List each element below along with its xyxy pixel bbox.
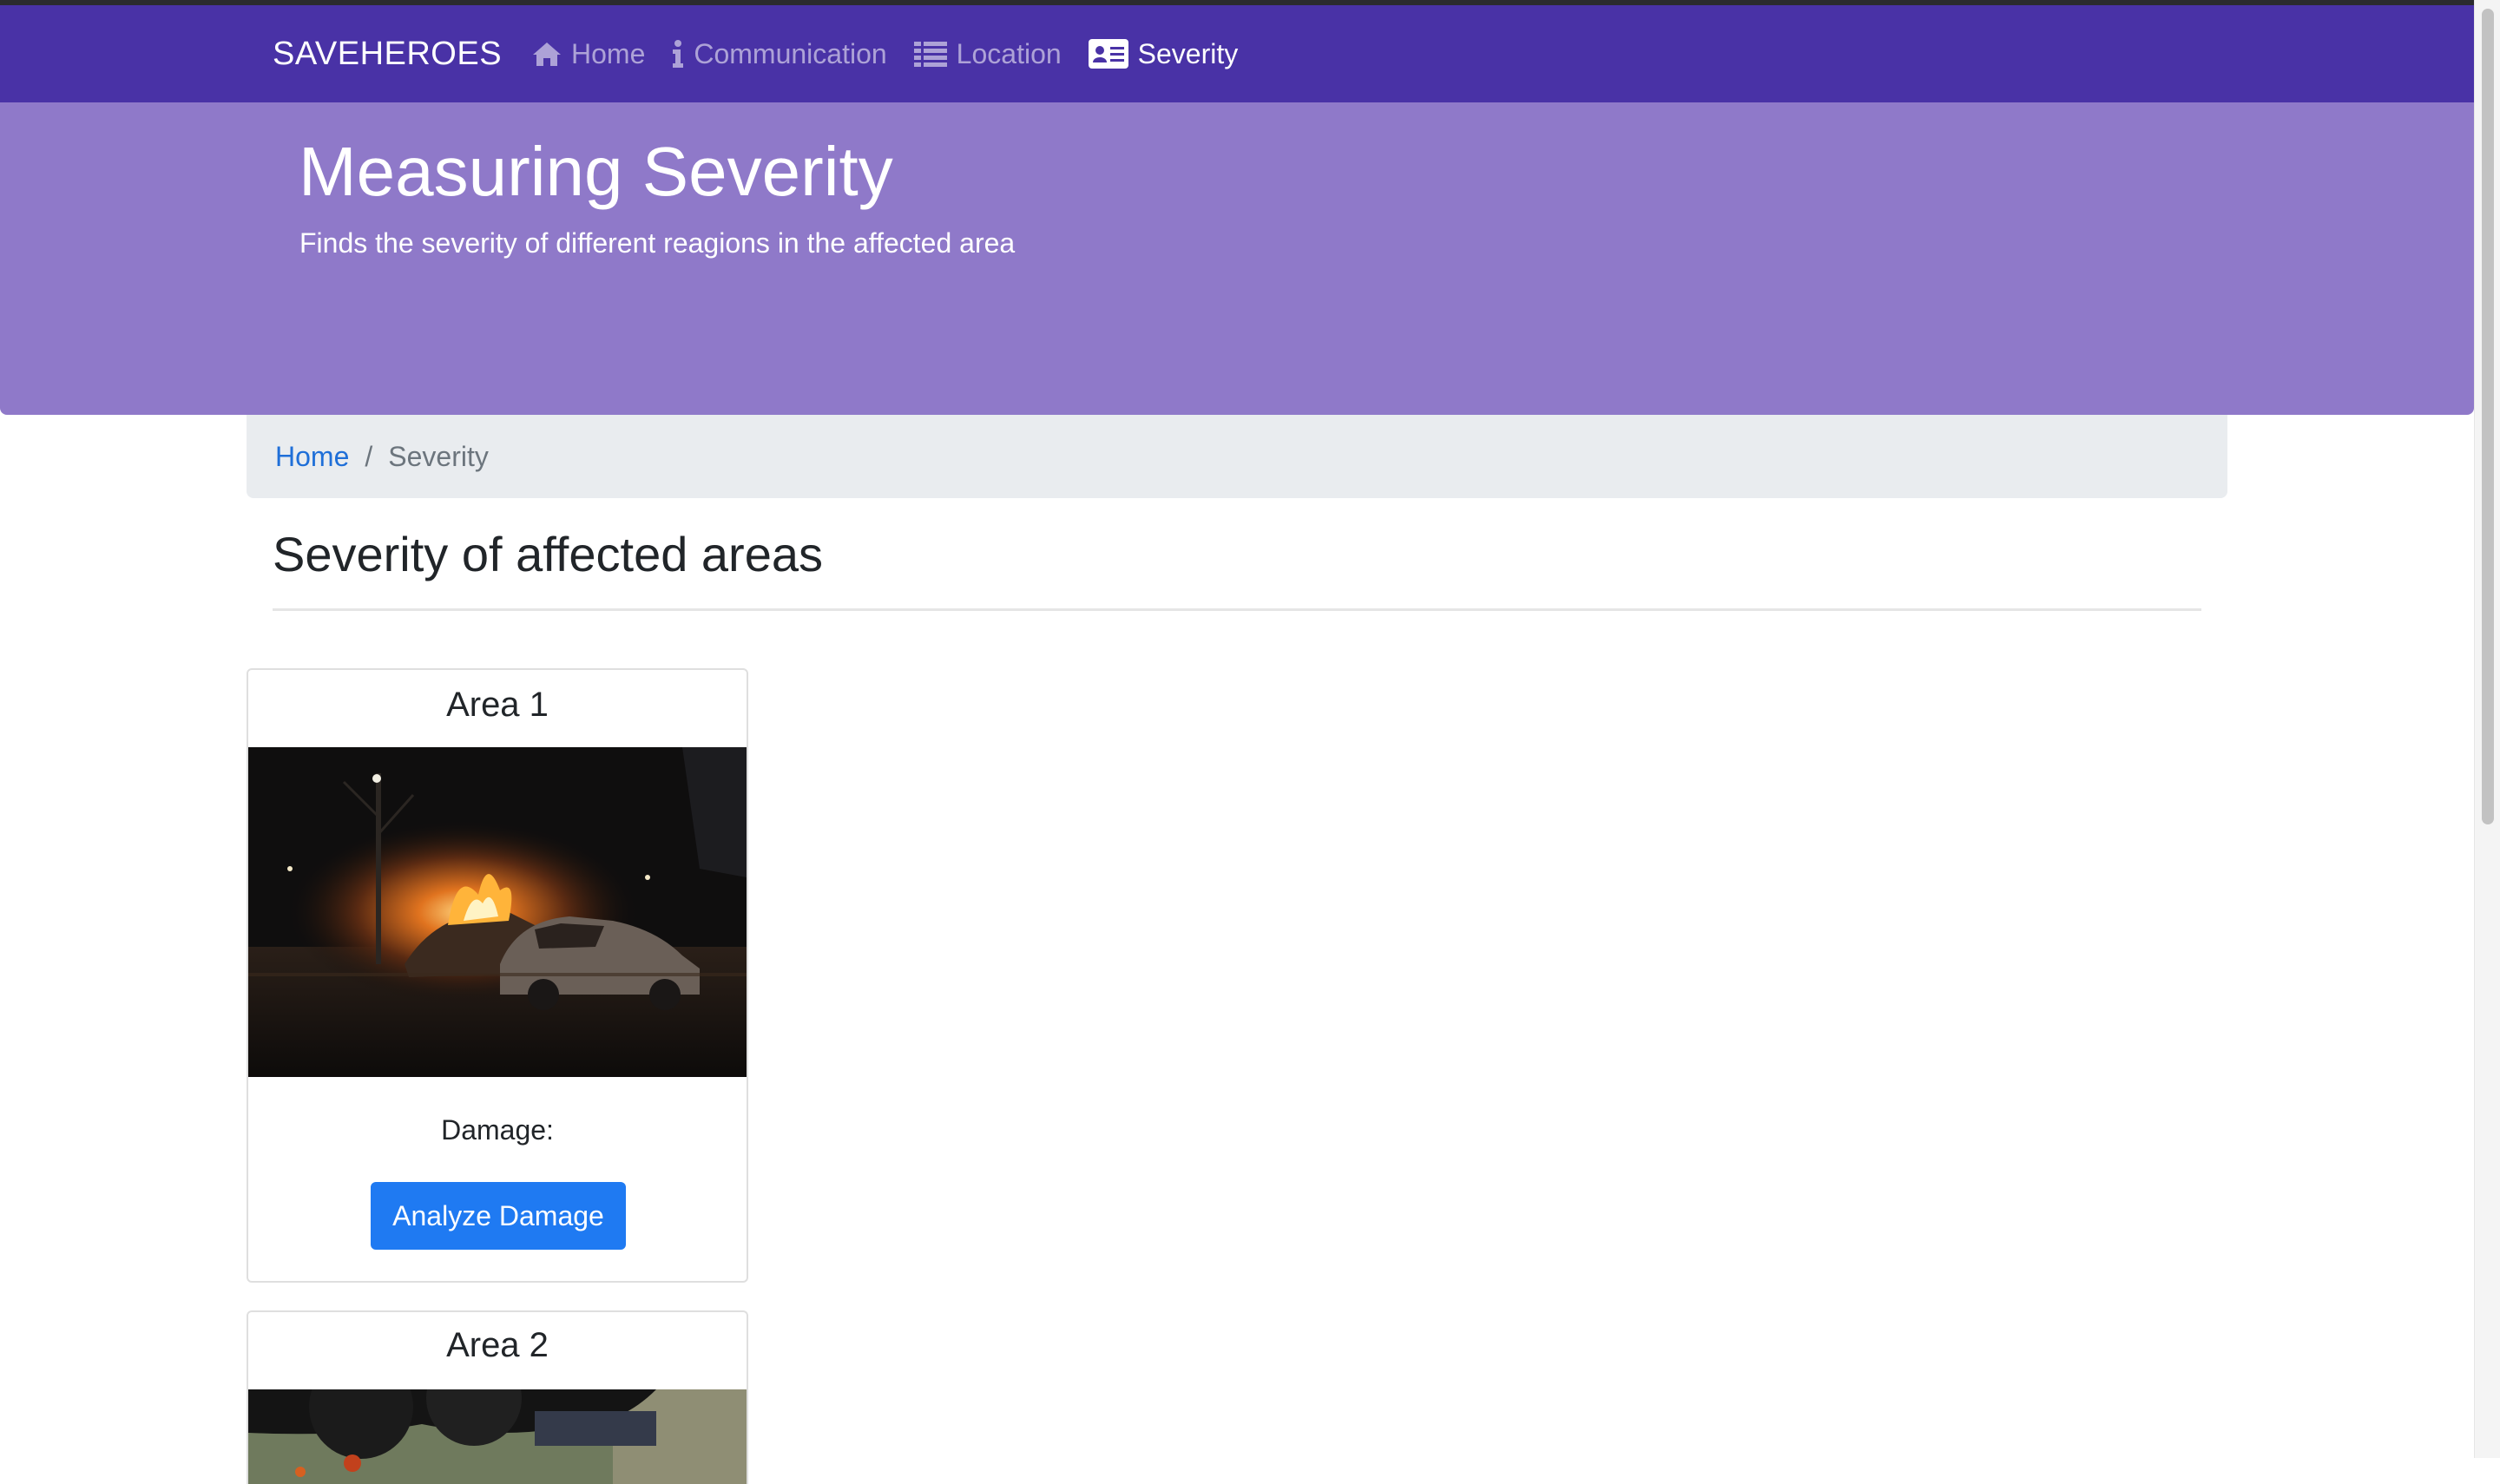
analyze-damage-button[interactable]: Analyze Damage <box>371 1182 626 1250</box>
hero-title: Measuring Severity <box>299 133 893 210</box>
area-title: Area 2 <box>446 1326 549 1364</box>
info-icon <box>673 40 684 68</box>
section-divider <box>273 608 2201 611</box>
id-card-icon <box>1088 39 1128 69</box>
area-card: Area 2 <box>247 1310 748 1484</box>
nav-item-communication[interactable]: Communication <box>671 37 887 70</box>
area-card: Area 1 Damage: Analyze Damage <box>247 668 748 1283</box>
nav-menu: Home Communication Location Severity <box>531 5 1264 102</box>
breadcrumb-home-link[interactable]: Home <box>275 441 349 473</box>
list-icon <box>913 42 947 67</box>
nav-item-label: Communication <box>694 37 887 69</box>
nav-item-label: Severity <box>1137 37 1239 69</box>
smoke-fire-image <box>248 1389 747 1484</box>
section-title: Severity of affected areas <box>273 527 823 581</box>
breadcrumb: Home / Severity <box>247 415 2227 498</box>
breadcrumb-current: Severity <box>388 440 489 472</box>
navbar: SAVEHEROES Home Communication Location S… <box>0 5 2474 102</box>
nav-item-severity[interactable]: Severity <box>1088 37 1239 70</box>
burning-cars-image <box>248 747 747 1077</box>
nav-item-label: Location <box>956 37 1062 69</box>
nav-item-location[interactable]: Location <box>913 38 1062 70</box>
hero-subtitle: Finds the severity of different reagions… <box>299 227 1016 259</box>
page-scrollbar[interactable] <box>2474 0 2500 1458</box>
breadcrumb-separator: / <box>365 440 373 472</box>
damage-label: Damage: <box>441 1114 554 1146</box>
nav-item-label: Home <box>571 37 646 69</box>
home-icon <box>533 43 561 66</box>
nav-item-home[interactable]: Home <box>531 38 645 70</box>
hero-banner: Measuring Severity Finds the severity of… <box>0 102 2474 415</box>
scrollbar-thumb[interactable] <box>2482 9 2494 824</box>
area-title: Area 1 <box>446 686 549 724</box>
brand-logo[interactable]: SAVEHEROES <box>273 5 502 102</box>
